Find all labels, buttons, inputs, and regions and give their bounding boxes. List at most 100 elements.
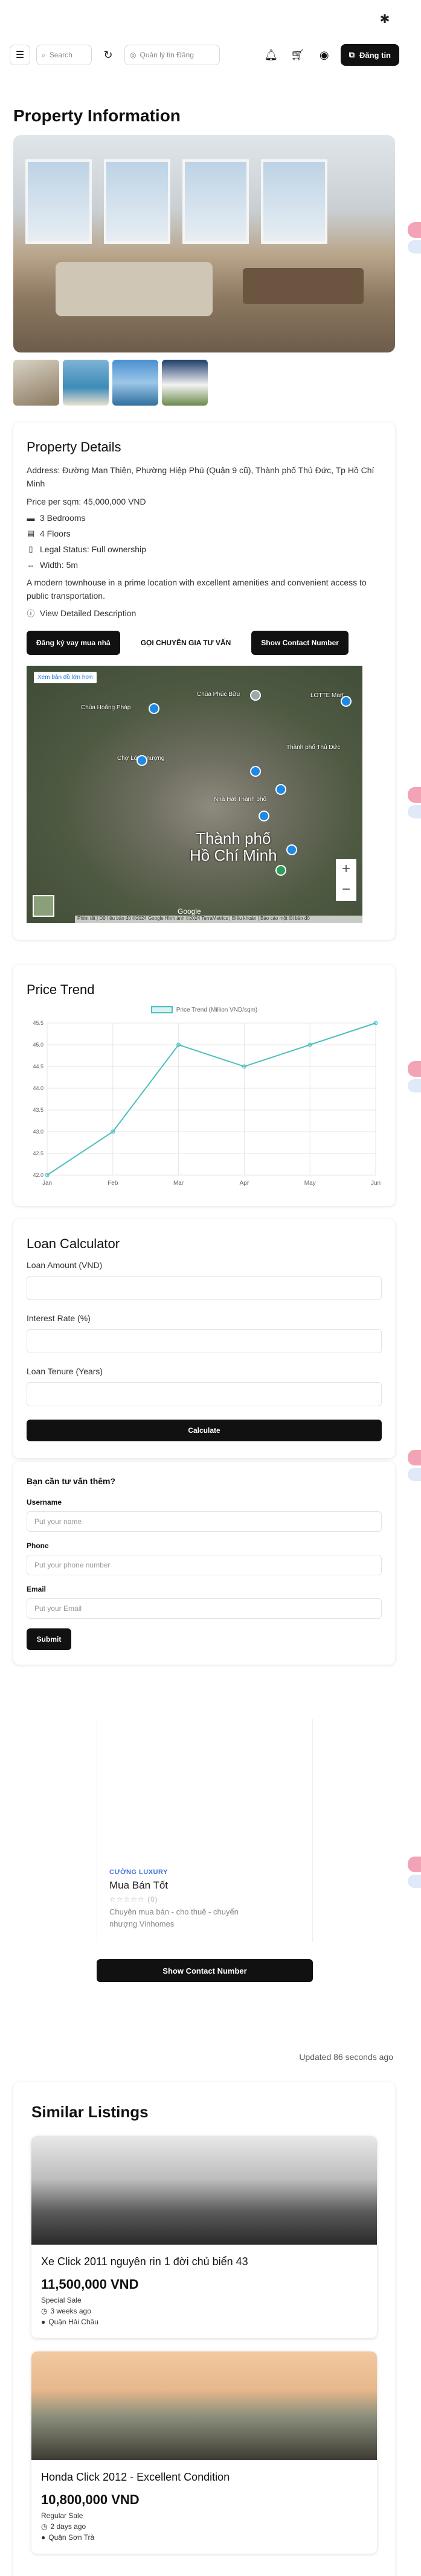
width-row: ⇔ Width: 5m [27,560,382,570]
gear-icon[interactable]: ✱ [378,12,392,27]
similar-heading: Similar Listings [31,2103,149,2121]
top-strip: ✱ [0,0,421,40]
listing-card[interactable]: Honda Click 2012 - Excellent Condition 1… [31,2351,377,2554]
thumbnail[interactable] [112,360,158,406]
thumbnail[interactable] [13,360,59,406]
similar-listings: Similar Listings Xe Click 2011 nguyên ri… [13,2082,395,2576]
thumbnail[interactable] [63,360,109,406]
listing-location-row: ● Quận Hải Châu [41,2318,367,2326]
listing-type: Special Sale [41,2296,82,2304]
map-pin[interactable] [259,811,269,821]
email-label: Email [27,1585,47,1593]
map-label: Chùa Phúc Bửu [197,691,240,698]
y-tick-label: 44.0 [33,1085,43,1091]
property-details-card: Property Details Address: Đường Man Thiệ… [13,422,395,940]
post-listing-button[interactable]: ⧉ Đăng tin [340,44,399,66]
side-widget[interactable] [408,1468,421,1481]
hero-image[interactable] [13,135,395,352]
email-input[interactable]: Put your Email [27,1598,382,1619]
search-icon: ⌕ [42,50,46,59]
listing-price: 11,500,000 VND [41,2277,139,2292]
call-expert-button[interactable]: GỌI CHUYÊN GIA TƯ VẤN [130,631,241,655]
calculate-button[interactable]: Calculate [27,1420,382,1441]
loan-amount-label: Loan Amount (VND) [27,1260,103,1270]
map-label: Chùa Hoằng Pháp [81,704,131,711]
thumbnail[interactable] [162,360,208,406]
map-layer-toggle[interactable] [33,895,54,917]
listing-location: Quận Hải Châu [48,2318,98,2326]
listing-body: Xe Click 2011 nguyên rin 1 đời chủ biển … [31,2245,377,2338]
map-pin[interactable] [149,703,159,714]
show-contact-button[interactable]: Show Contact Number [251,631,349,655]
search-input[interactable]: ⌕ Search [36,45,92,65]
page: ✱ ☰ ⌕ Search ↻ ◎ Quản lý tin Đăng 🔔︎ 🛒︎ … [0,0,421,2576]
map-label: LOTTE Mart [310,692,344,699]
username-label: Username [27,1498,62,1506]
agent-contact-button[interactable]: Show Contact Number [97,1959,313,1982]
side-widget[interactable] [408,805,421,818]
username-input[interactable]: Put your name [27,1511,382,1532]
zoom-out-icon[interactable]: − [336,879,356,900]
listing-title[interactable]: Xe Click 2011 nguyên rin 1 đời chủ biển … [41,2256,367,2268]
listing-time-row: ◷ 2 days ago [41,2522,367,2531]
x-tick-label: Apr [240,1180,249,1187]
phone-input[interactable]: Put your phone number [27,1555,382,1575]
menu-icon[interactable]: ☰ [10,45,30,65]
listing-title[interactable]: Honda Click 2012 - Excellent Condition [41,2471,367,2484]
side-widget[interactable] [408,222,421,238]
info-icon: ⓘ [27,609,35,618]
agent-name[interactable]: Mua Bán Tốt [109,1879,168,1892]
map-attribution[interactable]: Phím tắt | Dữ liệu bản đồ ©2024 Google H… [75,916,362,923]
submit-button[interactable]: Submit [27,1628,71,1650]
map-embed[interactable]: Xem bản đồ lớn hơn Chùa Hoằng Pháp Chùa … [27,666,362,923]
loan-tenure-input[interactable] [27,1382,382,1406]
map-pin[interactable] [250,766,261,777]
x-tick-label: May [304,1180,316,1187]
map-larger-link[interactable]: Xem bản đồ lớn hơn [34,672,97,683]
data-point [111,1129,115,1134]
data-point [307,1042,312,1047]
zoom-in-icon[interactable]: + [336,859,356,879]
bell-icon[interactable]: 🔔︎ [261,45,281,65]
location-pin-icon: ● [41,2318,46,2326]
cart-icon[interactable]: 🛒︎ [288,45,308,65]
map-pin[interactable] [341,696,352,707]
interest-rate-input[interactable] [27,1329,382,1353]
map-pin[interactable] [286,844,297,855]
side-widget[interactable] [408,1875,421,1888]
map-city-line2: Hồ Chí Minh [190,846,277,864]
loan-register-button[interactable]: Đăng ký vay mua nhà [27,631,120,655]
map-pin[interactable] [275,784,286,795]
side-widget[interactable] [408,1857,421,1872]
side-widget[interactable] [408,240,421,253]
side-widget[interactable] [408,1450,421,1465]
side-widget[interactable] [408,1079,421,1092]
refresh-icon[interactable]: ↻ [98,45,118,65]
y-tick-label: 45.0 [33,1042,43,1048]
google-logo: Google [178,907,201,916]
clock-icon: ◷ [41,2522,48,2531]
user-icon[interactable]: ◉ [314,45,335,65]
listing-image[interactable] [31,2351,377,2460]
y-tick-label: 45.5 [33,1020,43,1026]
location-selector[interactable]: ◎ Quản lý tin Đăng [124,45,220,65]
floors-text: 4 Floors [40,529,71,538]
map-zoom-control[interactable]: + − [336,859,356,901]
series-line [47,1022,376,1176]
map-pin[interactable] [137,755,147,766]
loan-amount-input[interactable] [27,1276,382,1300]
side-widget[interactable] [408,1061,421,1077]
map-pin[interactable] [275,865,286,876]
details-heading: Property Details [27,439,121,454]
chart-legend[interactable]: Price Trend (Million VND/sqm) [27,1006,382,1013]
listing-image[interactable] [31,2136,377,2245]
x-tick-label: Jun [371,1180,381,1187]
map-pin[interactable] [250,690,261,701]
view-description-link[interactable]: ⓘ View Detailed Description [27,607,382,619]
listing-card[interactable]: Xe Click 2011 nguyên rin 1 đời chủ biển … [31,2136,377,2338]
data-point [176,1042,181,1047]
side-widget[interactable] [408,787,421,803]
legal-row: ▯ Legal Status: Full ownership [27,544,382,554]
data-point [45,1173,50,1178]
legend-swatch [150,1006,173,1013]
